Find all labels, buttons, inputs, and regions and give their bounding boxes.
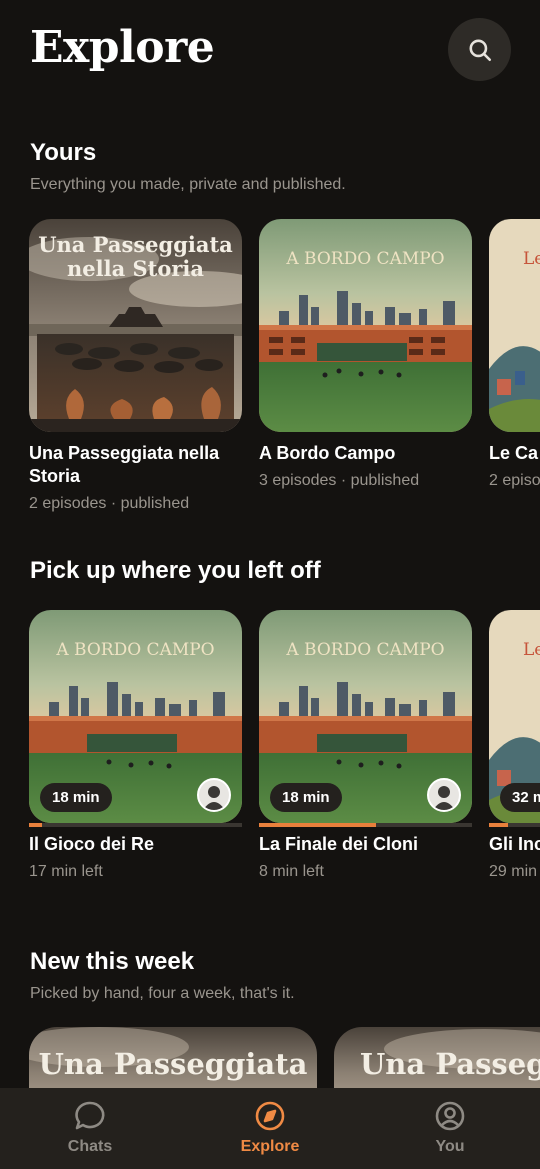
cover-art: Le 32 m <box>489 610 540 823</box>
new-carousel[interactable]: Una Passeggiata Una Passegg <box>0 1027 540 1088</box>
featured-card[interactable]: Una Passeggiata <box>29 1027 317 1088</box>
bottom-tab-bar: Chats Explore You <box>0 1088 540 1169</box>
card-meta: 8 min left <box>259 863 324 880</box>
featured-card[interactable]: Una Passegg <box>334 1027 540 1088</box>
section-title-continue: Pick up where you left off <box>30 557 321 584</box>
card-meta: 17 min left <box>29 863 103 880</box>
card-meta: 2 episo <box>489 472 540 489</box>
cover-art: A BORDO CAMPO <box>259 219 472 432</box>
episode-card[interactable]: Le 32 m Gli Inc 29 min <box>489 610 540 881</box>
progress-fill <box>489 823 509 827</box>
section-subtitle-yours: Everything you made, private and publish… <box>30 176 346 193</box>
duration-badge: 32 m <box>500 783 540 812</box>
card-title: Il Gioco dei Re <box>29 834 155 854</box>
progress-bar <box>259 823 472 827</box>
search-button[interactable] <box>448 18 511 81</box>
podcast-card[interactable]: Una Passeggiata nella Storia Una Passegg… <box>29 219 242 513</box>
tab-label: You <box>435 1138 465 1155</box>
yours-carousel[interactable]: Una Passeggiata nella Storia Una Passegg… <box>0 219 540 529</box>
chat-bubble-icon <box>75 1101 105 1130</box>
podcast-card[interactable]: A BORDO CAMPO A Bordo Campo 3 episodes ·… <box>259 219 472 490</box>
avatar <box>427 778 461 812</box>
avatar <box>197 778 231 812</box>
episode-card[interactable]: A BORDO CAMPO 18 min La Finale dei Cloni… <box>259 610 472 881</box>
cover-art: Le <box>489 219 540 432</box>
page-title: Explore <box>30 22 215 73</box>
cover-title: A BORDO CAMPO <box>286 249 445 269</box>
podcast-card[interactable]: Le Le Ca 2 episo <box>489 219 540 490</box>
episode-card[interactable]: A BORDO CAMPO 18 min Il Gioco dei Re 17 … <box>29 610 242 881</box>
tab-you[interactable]: You <box>360 1088 540 1169</box>
progress-bar <box>29 823 242 827</box>
card-title: Gli Inc <box>489 834 540 854</box>
card-title: Le Ca <box>489 443 539 463</box>
section-subtitle-new: Picked by hand, four a week, that's it. <box>30 985 295 1002</box>
search-icon <box>468 38 491 61</box>
progress-fill <box>259 823 377 827</box>
cover-title: A BORDO CAMPO <box>56 640 215 660</box>
cover-art: A BORDO CAMPO 18 min <box>259 610 472 823</box>
cover-title: Una Passeggiata nella Storia <box>38 232 233 281</box>
continue-carousel[interactable]: A BORDO CAMPO 18 min Il Gioco dei Re 17 … <box>0 610 540 900</box>
tab-label: Chats <box>67 1138 113 1155</box>
section-title-new: New this week <box>30 948 195 975</box>
cover-art: Una Passeggiata nella Storia <box>29 219 242 432</box>
card-meta: 29 min <box>489 863 538 880</box>
tab-explore[interactable]: Explore <box>180 1088 360 1169</box>
card-title: Una Passeggiata nella Storia <box>29 443 220 486</box>
cover-title: Le <box>523 640 540 660</box>
card-title: A Bordo Campo <box>259 443 396 463</box>
cover-art: A BORDO CAMPO 18 min <box>29 610 242 823</box>
duration-badge: 18 min <box>40 783 112 812</box>
cover-title: Le <box>523 249 540 269</box>
tab-label: Explore <box>240 1138 300 1155</box>
user-circle-icon <box>435 1101 465 1131</box>
section-title-yours: Yours <box>30 139 97 166</box>
card-meta: 2 episodes · published <box>29 495 190 512</box>
compass-icon <box>255 1101 285 1131</box>
tab-chats[interactable]: Chats <box>0 1088 180 1169</box>
card-title: La Finale dei Cloni <box>259 834 419 854</box>
cover-title: A BORDO CAMPO <box>286 640 445 660</box>
progress-fill <box>29 823 42 827</box>
progress-bar <box>489 823 540 827</box>
card-meta: 3 episodes · published <box>259 472 420 489</box>
duration-badge: 18 min <box>270 783 342 812</box>
cover-title: Una Passegg <box>360 1047 540 1081</box>
cover-title: Una Passeggiata <box>38 1047 308 1081</box>
